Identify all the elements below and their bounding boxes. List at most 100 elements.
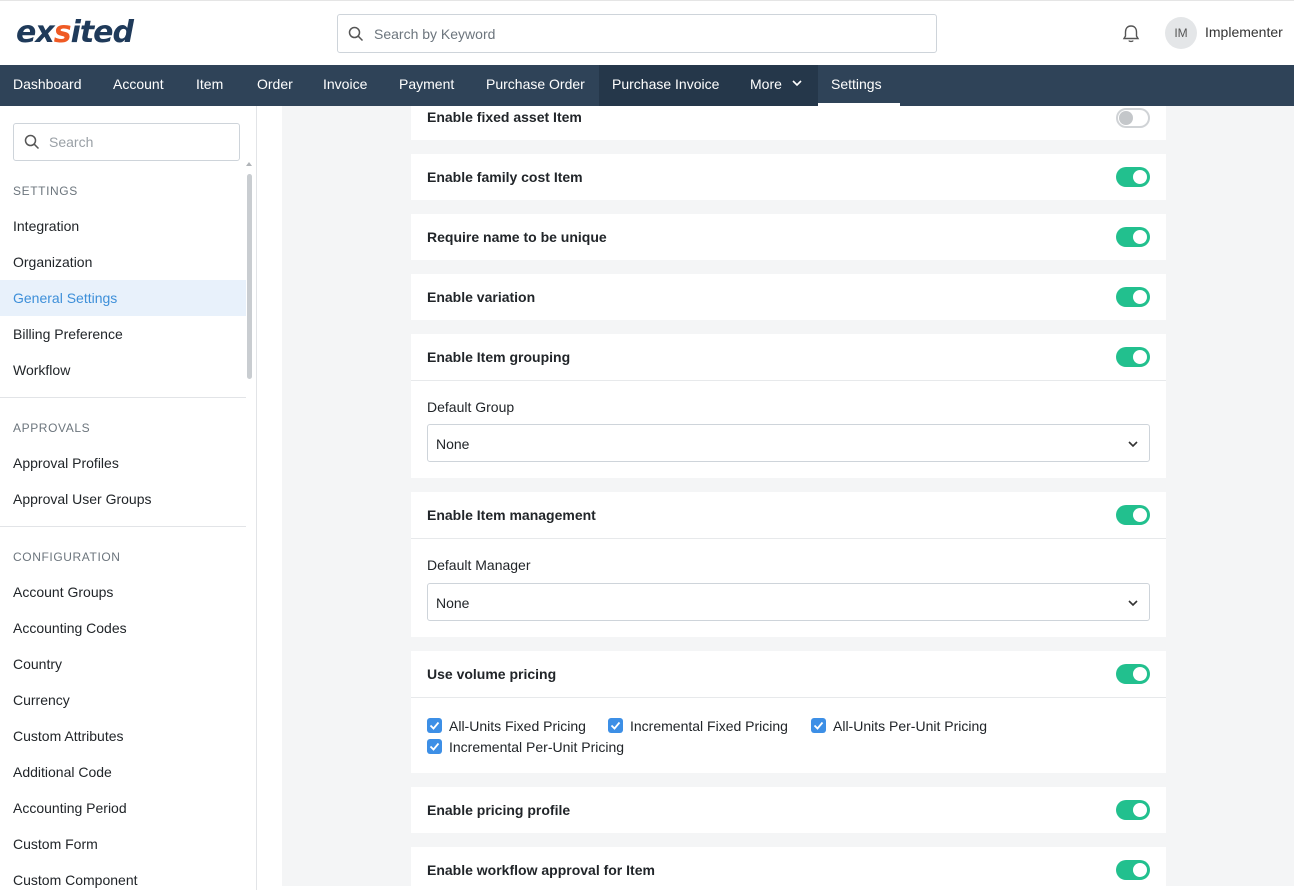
setting-card-pricing-profile: Enable pricing profile	[411, 787, 1166, 833]
logo-text-end: ited	[70, 15, 134, 50]
nav-order[interactable]: Order	[244, 65, 306, 106]
checkbox-box[interactable]	[427, 739, 442, 754]
sidebar-item-custom-attributes[interactable]: Custom Attributes	[0, 718, 246, 754]
bell-icon[interactable]	[1120, 23, 1142, 45]
toggle-variation[interactable]	[1116, 287, 1150, 307]
checkbox-box[interactable]	[811, 718, 826, 733]
nav-payment[interactable]: Payment	[386, 65, 467, 106]
setting-card-family-cost: Enable family cost Item	[411, 154, 1166, 200]
setting-card-item-grouping: Enable Item grouping Default Group None	[411, 334, 1166, 478]
toggle-unique-name[interactable]	[1116, 227, 1150, 247]
sidebar-search-input[interactable]	[49, 124, 234, 160]
chevron-down-icon	[1128, 441, 1138, 448]
sidebar-divider	[0, 526, 246, 527]
sidebar-item-approval-user-groups[interactable]: Approval User Groups	[0, 481, 246, 517]
sidebar-item-organization[interactable]: Organization	[0, 244, 246, 280]
sidebar-item-custom-component[interactable]: Custom Component	[0, 862, 246, 890]
setting-title: Enable fixed asset Item	[427, 109, 582, 125]
nav-settings[interactable]: Settings	[818, 65, 900, 106]
default-manager-value: None	[436, 595, 470, 611]
sidebar-item-account-groups[interactable]: Account Groups	[0, 574, 246, 610]
checkbox-box[interactable]	[427, 718, 442, 733]
check-icon	[429, 742, 440, 751]
section-configuration-label: CONFIGURATION	[13, 550, 121, 564]
default-manager-label: Default Manager	[427, 557, 531, 573]
nav-more-label: More	[750, 76, 782, 92]
settings-sidebar: SETTINGS Integration Organization Genera…	[0, 106, 257, 890]
check-icon	[813, 721, 824, 730]
sidebar-item-approval-profiles[interactable]: Approval Profiles	[0, 445, 246, 481]
sidebar-item-currency[interactable]: Currency	[0, 682, 246, 718]
checkbox-label: Incremental Per-Unit Pricing	[449, 739, 625, 755]
avatar[interactable]: IM	[1165, 17, 1197, 49]
setting-title: Enable Item grouping	[427, 349, 571, 365]
toggle-family-cost[interactable]	[1116, 167, 1150, 187]
setting-title: Use volume pricing	[427, 666, 557, 682]
setting-title: Require name to be unique	[427, 229, 607, 245]
setting-card-item-management: Enable Item management Default Manager N…	[411, 492, 1166, 637]
default-group-value: None	[436, 436, 470, 452]
logo-text-start: ex	[16, 15, 55, 50]
logo-accent: s	[53, 15, 72, 50]
scroll-up-arrow[interactable]	[246, 162, 252, 166]
default-group-select[interactable]: None	[427, 424, 1150, 462]
sidebar-item-general-settings[interactable]: General Settings	[0, 280, 246, 316]
sidebar-item-accounting-codes[interactable]: Accounting Codes	[0, 610, 246, 646]
nav-purchase-order[interactable]: Purchase Order	[473, 65, 598, 106]
main-nav: Dashboard Account Item Order Invoice Pay…	[0, 65, 1294, 106]
sidebar-item-billing-preference[interactable]: Billing Preference	[0, 316, 246, 352]
search-icon	[348, 26, 364, 42]
nav-more[interactable]: More	[737, 65, 818, 106]
global-search[interactable]	[337, 14, 937, 53]
global-search-input[interactable]	[374, 15, 924, 52]
checkbox-label: All-Units Per-Unit Pricing	[833, 718, 988, 734]
chevron-down-icon	[792, 80, 802, 87]
nav-account[interactable]: Account	[100, 65, 177, 106]
top-header: exsited IM Implementer	[0, 0, 1294, 65]
setting-card-fixed-asset: Enable fixed asset Item	[411, 106, 1166, 140]
sidebar-scrollbar[interactable]	[247, 174, 252, 379]
setting-title: Enable pricing profile	[427, 802, 571, 818]
sidebar-divider	[0, 397, 246, 398]
card-divider	[411, 538, 1166, 539]
sidebar-search[interactable]	[13, 123, 240, 161]
card-divider	[411, 380, 1166, 381]
nav-item[interactable]: Item	[183, 65, 236, 106]
toggle-workflow-approval[interactable]	[1116, 860, 1150, 880]
search-icon	[24, 134, 40, 150]
setting-title: Enable variation	[427, 289, 536, 305]
setting-card-workflow-approval: Enable workflow approval for Item	[411, 847, 1166, 886]
setting-card-unique-name: Require name to be unique	[411, 214, 1166, 260]
sidebar-item-workflow[interactable]: Workflow	[0, 352, 246, 388]
toggle-item-grouping[interactable]	[1116, 347, 1150, 367]
card-divider	[411, 697, 1166, 698]
brand-logo[interactable]: exsited	[16, 15, 134, 51]
setting-card-variation: Enable variation	[411, 274, 1166, 320]
checkbox-label: Incremental Fixed Pricing	[630, 718, 788, 734]
toggle-pricing-profile[interactable]	[1116, 800, 1150, 820]
sidebar-item-country[interactable]: Country	[0, 646, 246, 682]
default-group-label: Default Group	[427, 399, 515, 415]
section-settings-label: SETTINGS	[13, 184, 78, 198]
nav-invoice[interactable]: Invoice	[310, 65, 380, 106]
toggle-item-management[interactable]	[1116, 505, 1150, 525]
section-approvals-label: APPROVALS	[13, 421, 91, 435]
toggle-fixed-asset[interactable]	[1116, 108, 1150, 128]
default-manager-select[interactable]: None	[427, 583, 1150, 621]
sidebar-item-accounting-period[interactable]: Accounting Period	[0, 790, 246, 826]
setting-title: Enable family cost Item	[427, 169, 583, 185]
chevron-down-icon	[1128, 600, 1138, 607]
user-name[interactable]: Implementer	[1205, 24, 1283, 40]
checkbox-label: All-Units Fixed Pricing	[449, 718, 586, 734]
checkbox-box[interactable]	[608, 718, 623, 733]
nav-purchase-invoice[interactable]: Purchase Invoice	[599, 65, 737, 106]
sidebar-item-custom-form[interactable]: Custom Form	[0, 826, 246, 862]
check-icon	[610, 721, 621, 730]
setting-card-volume-pricing: Use volume pricing All-Units Fixed Prici…	[411, 651, 1166, 773]
toggle-volume-pricing[interactable]	[1116, 664, 1150, 684]
check-icon	[429, 721, 440, 730]
sidebar-item-integration[interactable]: Integration	[0, 208, 246, 244]
setting-title: Enable Item management	[427, 507, 596, 523]
sidebar-item-additional-code[interactable]: Additional Code	[0, 754, 246, 790]
nav-dashboard[interactable]: Dashboard	[0, 65, 95, 106]
